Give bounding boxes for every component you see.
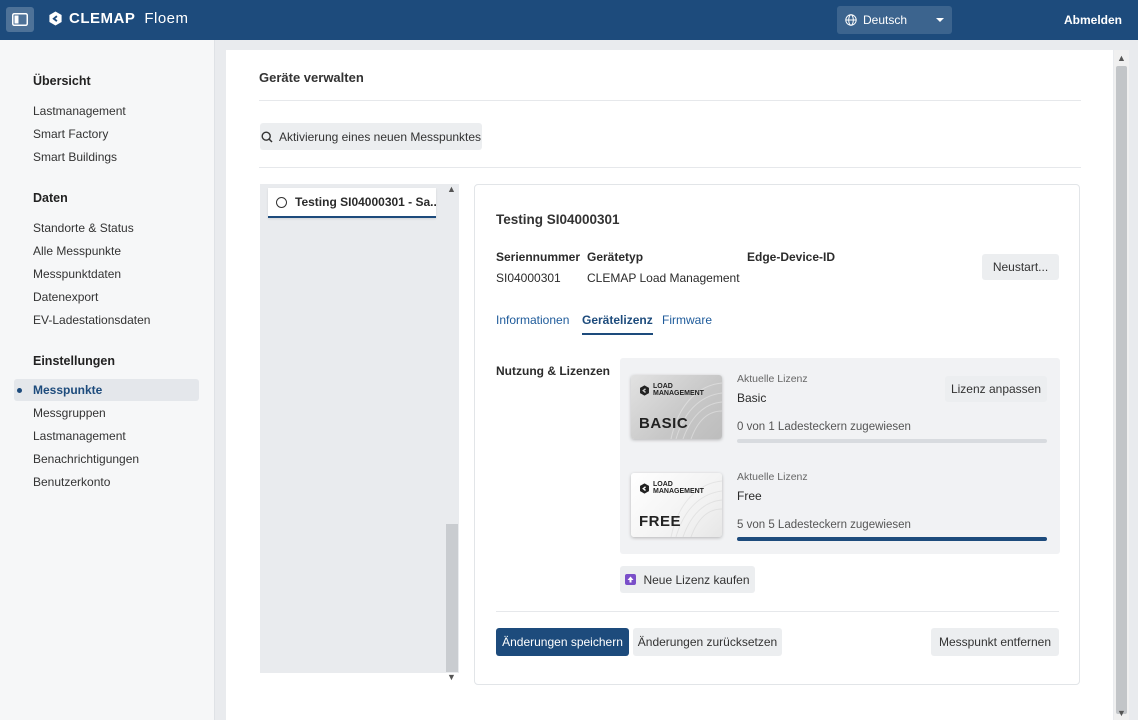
list-item-label: Testing SI04000301 - Sa... — [295, 195, 436, 209]
card-logo-line2: MANAGEMENT — [653, 488, 704, 495]
list-item[interactable]: Testing SI04000301 - Sa... — [268, 188, 436, 218]
activate-button-label: Aktivierung eines neuen Messpunktes — [278, 129, 482, 144]
top-bar: CLEMAP Floem Deutsch Abmelden — [0, 0, 1138, 40]
sidebar-item-measuring-points[interactable]: Messpunkte — [33, 383, 102, 397]
page-title: Geräte verwalten — [259, 70, 364, 85]
logout-link[interactable]: Abmelden — [1064, 13, 1122, 27]
scroll-up-icon[interactable]: ▲ — [447, 184, 456, 194]
remove-measuring-point-button[interactable]: Messpunkt entfernen — [931, 628, 1059, 656]
device-type-value: CLEMAP Load Management — [587, 271, 740, 285]
scroll-down-icon[interactable]: ▼ — [447, 672, 456, 682]
main-content: Geräte verwalten Aktivierung eines neuen… — [226, 50, 1113, 720]
load-management-logo-icon — [640, 482, 649, 494]
card-logo-line1: LOAD — [653, 481, 673, 488]
sidebar-heading-data: Daten — [33, 191, 68, 205]
usage-licenses-heading: Nutzung & Lizenzen — [496, 364, 610, 378]
buy-license-label: Neue Lizenz kaufen — [643, 572, 750, 587]
page-scrollbar[interactable]: ▲ ▼ — [1114, 50, 1129, 720]
reset-changes-button[interactable]: Änderungen zurücksetzen — [633, 628, 782, 656]
sidebar-item-all-measuring-points[interactable]: Alle Messpunkte — [33, 244, 121, 258]
serial-number-label: Seriennummer — [496, 250, 581, 264]
license-usage-bar — [737, 537, 1047, 541]
license-card-name: FREE — [639, 513, 682, 530]
tab-device-license[interactable]: Gerätelizenz — [582, 313, 653, 335]
license-card-name: BASIC — [639, 415, 689, 432]
scroll-up-icon[interactable]: ▲ — [1117, 53, 1126, 63]
license-list: LOAD MANAGEMENT BASIC Aktuelle Lizenz Bas… — [620, 358, 1060, 554]
active-indicator-dot — [17, 388, 22, 393]
buy-new-license-button[interactable]: Neue Lizenz kaufen — [620, 566, 755, 593]
sidebar-heading-settings: Einstellungen — [33, 354, 115, 368]
sidebar-icon — [12, 13, 28, 26]
sidebar-heading-overview: Übersicht — [33, 74, 91, 88]
tab-information[interactable]: Informationen — [496, 313, 569, 327]
license-card-basic: LOAD MANAGEMENT BASIC — [631, 375, 722, 439]
sidebar-item-locations-status[interactable]: Standorte & Status — [33, 221, 134, 235]
chevron-down-icon — [936, 18, 944, 22]
brand-name: CLEMAP — [69, 10, 136, 27]
license-name: Free — [737, 489, 762, 503]
sidebar-item-user-account[interactable]: Benutzerkonto — [33, 475, 110, 489]
sidebar-item-lastmanagement[interactable]: Lastmanagement — [33, 104, 126, 118]
language-select[interactable]: Deutsch — [837, 6, 952, 34]
radio-icon[interactable] — [276, 196, 287, 208]
load-management-logo-icon — [640, 384, 649, 396]
activate-measuring-point-button[interactable]: Aktivierung eines neuen Messpunktes — [260, 123, 482, 150]
list-scroll-thumb[interactable] — [446, 524, 458, 672]
sidebar-item-smart-buildings[interactable]: Smart Buildings — [33, 150, 117, 164]
sidebar-item-measuring-point-data[interactable]: Messpunktdaten — [33, 267, 121, 281]
license-usage-bar-fill — [737, 537, 1047, 541]
serial-number-value: SI04000301 — [496, 271, 561, 285]
license-usage-text: 5 von 5 Ladesteckern zugewiesen — [737, 519, 911, 531]
divider — [259, 167, 1081, 168]
sidebar-toggle-button[interactable] — [6, 7, 34, 32]
device-type-label: Gerätetyp — [587, 250, 644, 264]
device-title: Testing SI04000301 — [496, 212, 620, 227]
language-label: Deutsch — [863, 13, 908, 27]
load-management-logo: LOAD MANAGEMENT — [639, 481, 704, 495]
current-license-caption: Aktuelle Lizenz — [737, 373, 808, 385]
device-detail-panel: Testing SI04000301 Seriennummer SI040003… — [474, 184, 1080, 685]
edge-device-id-label: Edge-Device-ID — [747, 250, 836, 264]
brand[interactable]: CLEMAP Floem — [48, 10, 189, 27]
card-logo-line1: LOAD — [653, 383, 673, 390]
license-usage-bar — [737, 439, 1047, 443]
divider — [259, 100, 1081, 101]
license-card-free: LOAD MANAGEMENT FREE — [631, 473, 722, 537]
search-refresh-icon — [261, 130, 273, 143]
upgrade-icon — [625, 574, 637, 585]
current-license-caption: Aktuelle Lizenz — [737, 471, 808, 483]
tab-firmware[interactable]: Firmware — [662, 313, 712, 327]
license-name: Basic — [737, 391, 767, 405]
sidebar-item-smart-factory[interactable]: Smart Factory — [33, 127, 108, 141]
save-changes-button[interactable]: Änderungen speichern — [496, 628, 629, 656]
page-scroll-thumb[interactable] — [1116, 66, 1127, 714]
globe-icon — [845, 14, 857, 26]
product-name: Floem — [144, 10, 189, 27]
restart-button[interactable]: Neustart... — [982, 254, 1059, 280]
divider — [496, 611, 1059, 612]
card-logo-line2: MANAGEMENT — [653, 390, 704, 397]
list-scrollbar[interactable]: ▲ ▼ — [444, 184, 458, 686]
license-usage-text: 0 von 1 Ladesteckern zugewiesen — [737, 421, 911, 433]
sidebar-item-notifications[interactable]: Benachrichtigungen — [33, 452, 139, 466]
measuring-point-list: Testing SI04000301 - Sa... — [260, 184, 459, 673]
clemap-logo-icon — [49, 11, 62, 26]
sidebar-item-ev-charging-data[interactable]: EV-Ladestationsdaten — [33, 313, 150, 327]
sidebar: Übersicht Lastmanagement Smart Factory S… — [0, 40, 215, 720]
load-management-logo: LOAD MANAGEMENT — [639, 383, 704, 397]
adjust-license-button[interactable]: Lizenz anpassen — [945, 376, 1047, 402]
sidebar-item-load-management[interactable]: Lastmanagement — [33, 429, 126, 443]
sidebar-item-data-export[interactable]: Datenexport — [33, 290, 98, 304]
sidebar-item-measuring-groups[interactable]: Messgruppen — [33, 406, 106, 420]
scroll-down-icon[interactable]: ▼ — [1117, 708, 1126, 718]
